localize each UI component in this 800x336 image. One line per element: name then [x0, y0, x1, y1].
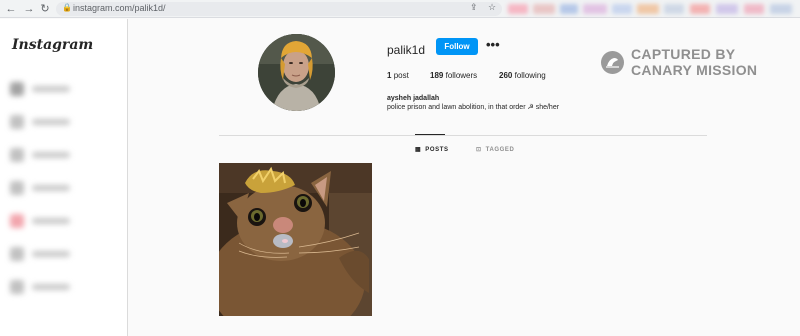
more-options-icon[interactable]: ••• [486, 37, 500, 52]
posts-count-stat: 1 post [387, 71, 409, 80]
following-label: following [514, 71, 546, 80]
sidebar-item-messages[interactable] [10, 181, 110, 195]
browser-toolbar: ← → ↻ 🔒 instagram.com/palik1d/ ⇪ ☆ [0, 0, 800, 18]
grid-icon: ▦ [415, 147, 422, 153]
arrow-right-icon[interactable]: → [22, 1, 36, 17]
follow-button[interactable]: Follow [436, 38, 478, 55]
profile-username: palik1d [387, 43, 426, 57]
avatar[interactable] [258, 34, 335, 111]
followers-count: 189 [430, 71, 444, 80]
sidebar-item-create[interactable] [10, 247, 110, 261]
post-thumbnail[interactable] [219, 163, 372, 316]
share-icon[interactable]: ⇪ [470, 2, 478, 13]
followers-label: followers [445, 71, 478, 80]
posts-count: 1 [387, 71, 392, 80]
profile-bio: police prison and lawn abolition, in tha… [387, 104, 560, 111]
tab-tagged[interactable]: ⊡ TAGGED [476, 146, 514, 153]
profile-tabs-divider [219, 135, 707, 136]
reload-icon[interactable]: ↻ [38, 1, 52, 17]
arrow-left-icon[interactable]: ← [4, 1, 18, 17]
profile-full-name: aysheh jadallah [387, 95, 440, 102]
star-icon[interactable]: ☆ [488, 2, 496, 13]
tab-posts-label: POSTS [425, 147, 449, 153]
sidebar-item-home[interactable] [10, 82, 110, 96]
active-tab-indicator [415, 134, 445, 135]
sidebar-item-more[interactable] [10, 280, 110, 294]
lock-icon: 🔒 [62, 3, 72, 12]
tab-posts[interactable]: ▦ POSTS [415, 146, 449, 153]
followers-stat[interactable]: 189 followers [430, 71, 477, 80]
following-stat[interactable]: 260 following [499, 71, 546, 80]
tab-tagged-label: TAGGED [485, 147, 515, 153]
sidebar-item-notifications[interactable] [10, 214, 110, 228]
instagram-logo[interactable]: Instagram [12, 37, 93, 53]
canary-bird-icon [601, 51, 624, 74]
sidebar: Instagram [0, 19, 128, 336]
sidebar-item-search[interactable] [10, 115, 110, 129]
tag-icon: ⊡ [476, 147, 482, 153]
watermark-line2: CANARY MISSION [631, 62, 758, 78]
canary-mission-watermark: CAPTURED BY CANARY MISSION [600, 46, 790, 78]
address-url: instagram.com/palik1d/ [73, 3, 166, 13]
address-bar[interactable]: 🔒 instagram.com/palik1d/ ⇪ ☆ [56, 2, 502, 16]
following-count: 260 [499, 71, 513, 80]
sidebar-item-explore[interactable] [10, 148, 110, 162]
posts-label: post [393, 71, 409, 80]
watermark-line1: CAPTURED BY [631, 46, 736, 62]
